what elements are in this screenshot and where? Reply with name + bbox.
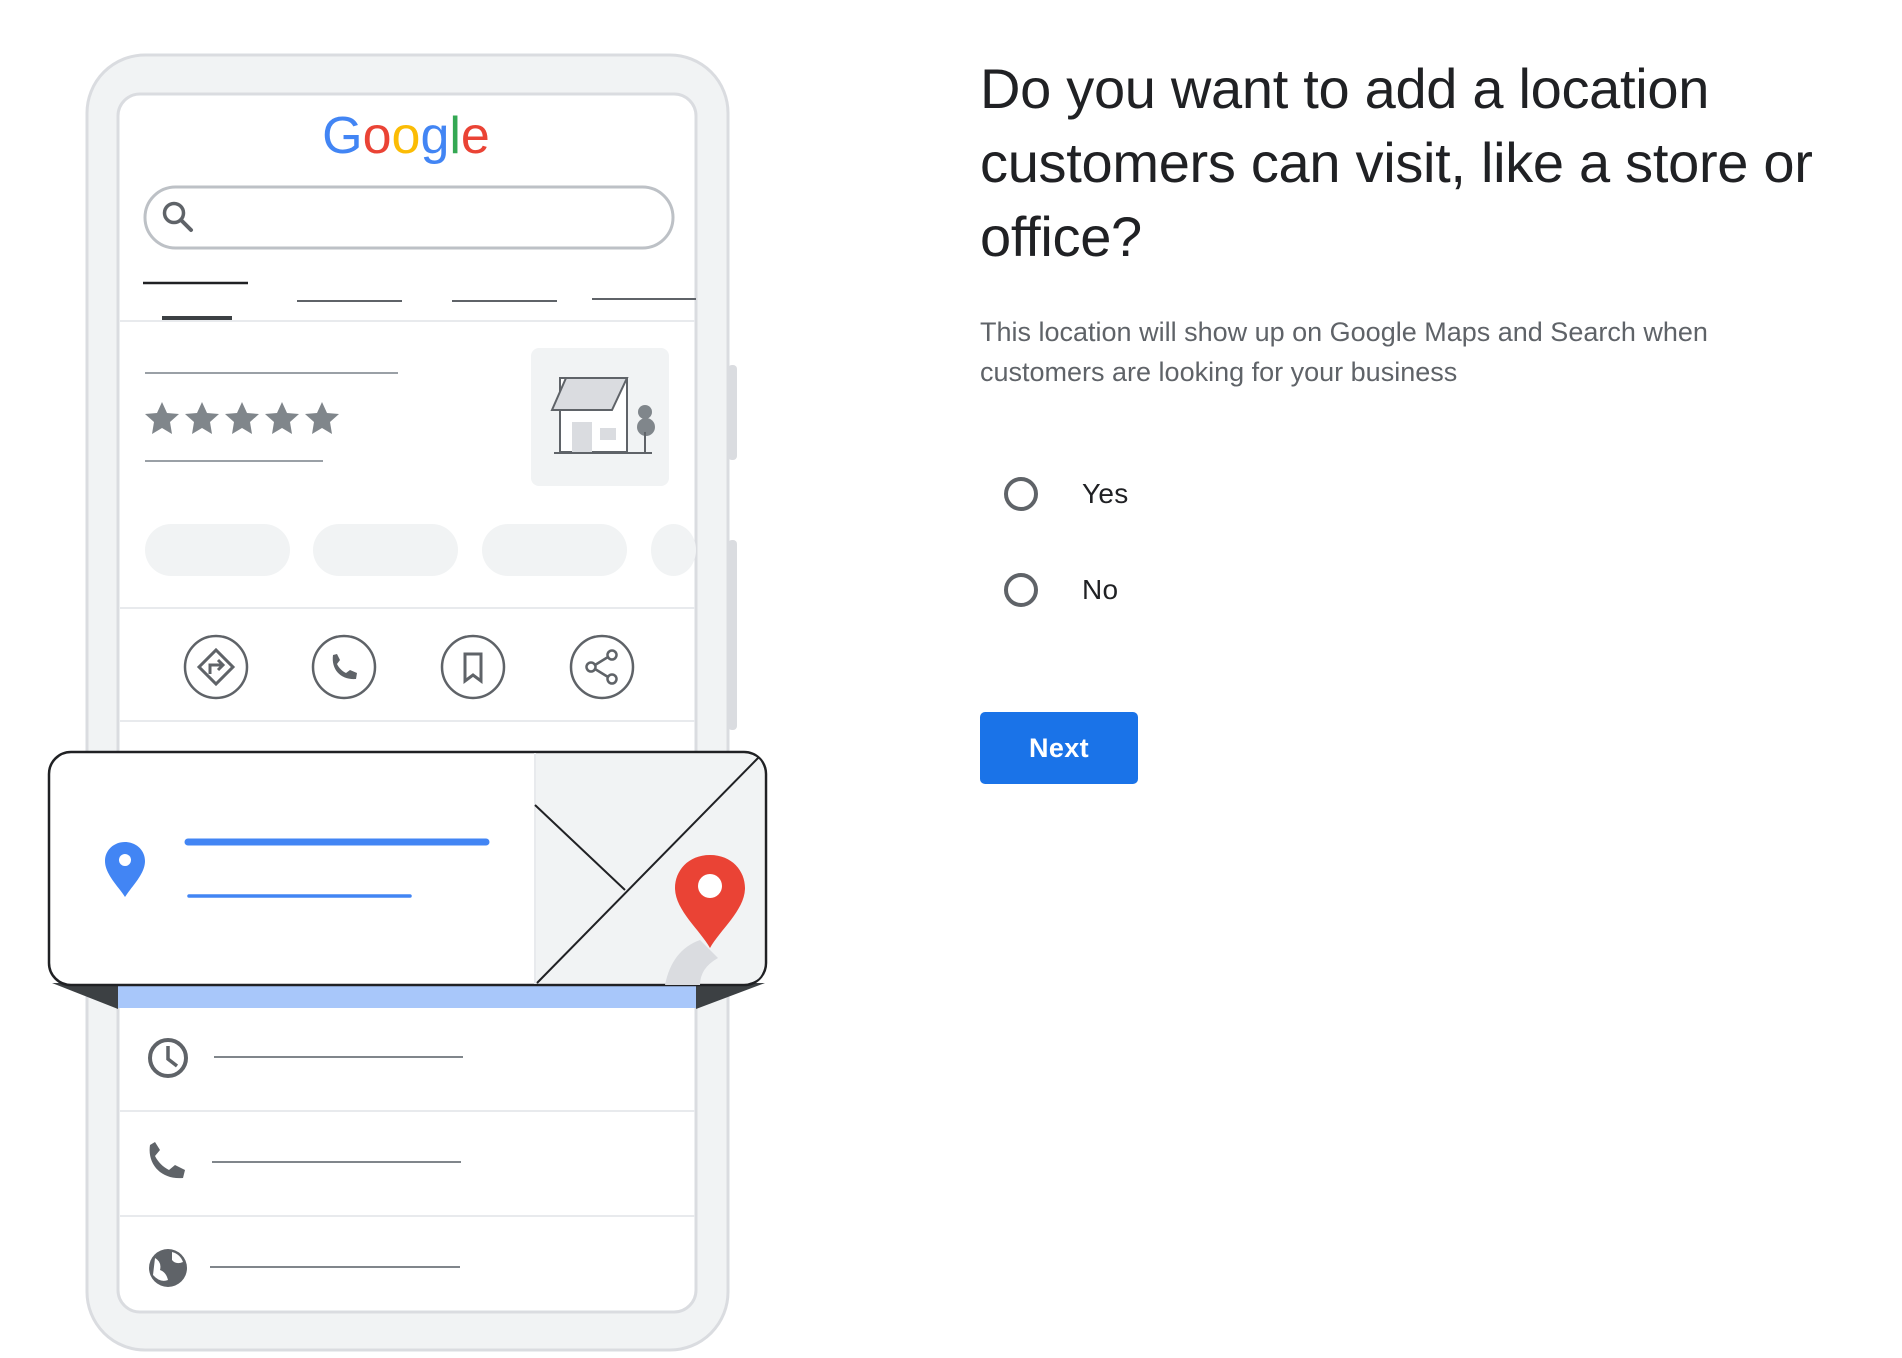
radio-no[interactable] [1004,573,1038,607]
next-button[interactable]: Next [980,712,1138,784]
question-panel: Do you want to add a location customers … [980,52,1860,784]
location-card [47,750,768,1009]
page-title: Do you want to add a location customers … [980,57,1813,268]
location-radio-group: Yes No [980,464,1860,620]
option-yes[interactable]: Yes [980,464,1860,524]
logo-letter-6: e [461,107,490,165]
directions-icon [183,634,249,700]
share-icon [569,634,635,700]
logo-letter-1: G [322,107,362,165]
option-no-label: No [1082,574,1119,605]
page-description: This location will show up on Google Map… [980,317,1708,387]
logo-letter-5: l [449,107,461,165]
logo-letter-4: g [420,107,449,165]
bookmark-icon [440,634,506,700]
storefront-thumbnail [531,348,669,486]
logo-letter-2: o [363,107,392,165]
option-no[interactable]: No [980,560,1860,620]
chip-placeholders [145,524,696,576]
google-logo: Google [322,107,490,165]
phone-icon [311,634,377,700]
logo-letter-3: o [392,107,421,165]
globe-icon [149,1249,187,1287]
search-bar [143,185,675,250]
radio-yes[interactable] [1004,477,1038,511]
business-profile-illustration: Google [47,53,768,1352]
option-yes-label: Yes [1082,478,1129,509]
